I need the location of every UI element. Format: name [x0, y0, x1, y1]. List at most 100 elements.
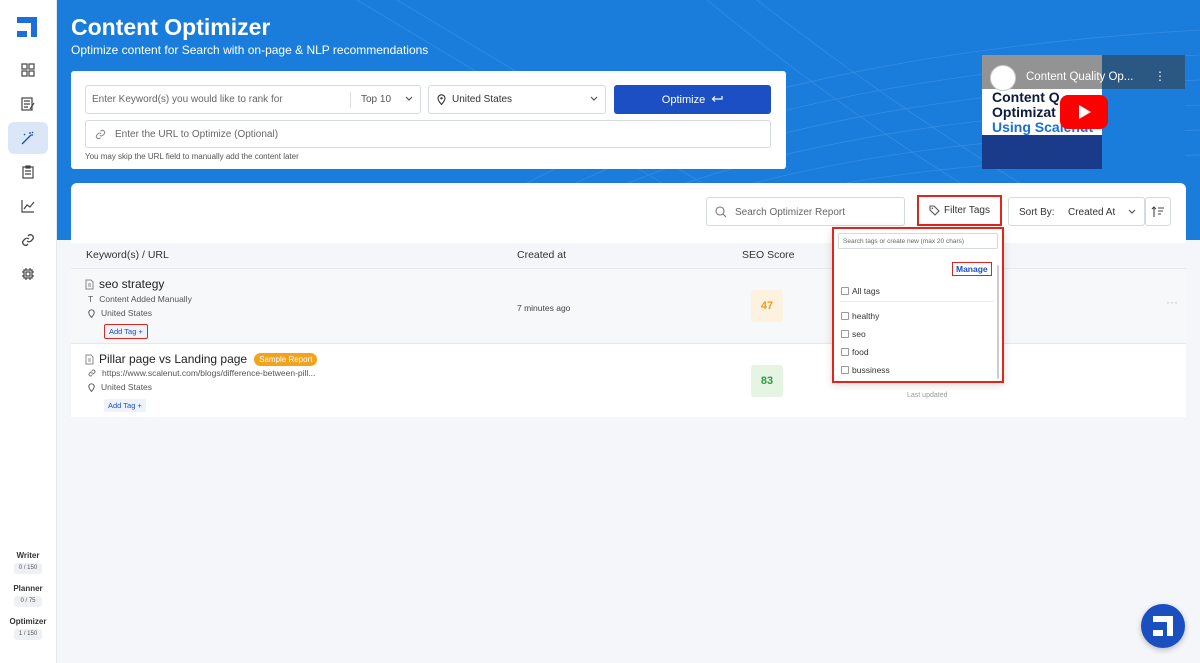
play-button-icon[interactable] — [1060, 95, 1108, 129]
top-n-select[interactable]: Top 10 — [361, 94, 391, 105]
credit-count: 0 / 75 — [14, 596, 42, 607]
planner-credits: Planner 0 / 75 — [6, 584, 50, 607]
keyword-input[interactable]: Enter Keyword(s) you would like to rank … — [85, 85, 421, 114]
search-icon — [715, 206, 727, 218]
filter-tags-label: Filter Tags — [944, 205, 990, 216]
link-nav-icon[interactable] — [8, 224, 48, 256]
analytics-nav-icon[interactable] — [8, 190, 48, 222]
add-tag-button[interactable]: Add Tag + — [104, 324, 148, 339]
tag-option[interactable]: bussiness — [841, 365, 890, 375]
option-label: All tags — [852, 286, 880, 296]
video-title: Content Quality Op... — [1026, 71, 1134, 83]
sort-label: Sort By: — [1019, 207, 1055, 218]
optimize-button[interactable]: Optimize — [614, 85, 771, 114]
location-pin-icon — [88, 308, 95, 318]
planner-nav-icon[interactable] — [8, 156, 48, 188]
header-seo-score: SEO Score — [742, 249, 795, 261]
tag-option[interactable]: seo — [841, 329, 866, 339]
tag-search-input[interactable]: Search tags or create new (max 20 chars) — [838, 233, 998, 249]
report-keyword[interactable]: Pillar page vs Landing page Sample Repor… — [85, 352, 318, 366]
more-options-icon[interactable]: ··· — [1166, 295, 1178, 309]
checkbox[interactable] — [841, 330, 849, 338]
page-title: Content Optimizer — [71, 14, 271, 40]
checkbox[interactable] — [841, 312, 849, 320]
credit-label: Writer — [16, 551, 40, 560]
table-row[interactable]: seo strategy T Content Added Manually Un… — [71, 268, 1186, 342]
integrations-nav-icon[interactable] — [8, 258, 48, 290]
dropdown-scrollbar[interactable] — [997, 265, 999, 379]
tag-option[interactable]: healthy — [841, 311, 879, 321]
country-value: United States — [452, 94, 513, 105]
link-icon — [88, 369, 96, 377]
chevron-down-icon[interactable] — [1127, 207, 1137, 217]
keyword-placeholder: Enter Keyword(s) you would like to rank … — [92, 94, 283, 105]
row-source: T Content Added Manually — [88, 294, 192, 304]
add-tag-button[interactable]: Add Tag + — [104, 399, 146, 412]
all-tags-option[interactable]: All tags — [841, 286, 880, 296]
reports-toolbar: Search Optimizer Report Filter Tags Sort… — [71, 183, 1186, 243]
country-select[interactable]: United States — [428, 85, 606, 114]
chevron-down-icon[interactable] — [404, 94, 414, 104]
dashboard-nav-icon[interactable] — [8, 54, 48, 86]
optimizer-nav-icon[interactable] — [8, 122, 48, 154]
header-keyword: Keyword(s) / URL — [86, 249, 169, 261]
page-subtitle: Optimize content for Search with on-page… — [71, 43, 429, 57]
country-text: United States — [101, 308, 153, 318]
sample-report-badge: Sample Report — [254, 352, 318, 366]
divider — [350, 92, 351, 108]
optimizer-credits: Optimizer 1 / 150 — [6, 617, 50, 640]
filter-tags-button[interactable]: Filter Tags — [917, 195, 1002, 226]
report-search-input[interactable]: Search Optimizer Report — [706, 197, 905, 226]
sort-direction-button[interactable] — [1145, 197, 1171, 226]
location-pin-icon — [88, 382, 95, 392]
help-chat-button[interactable] — [1141, 604, 1185, 648]
keyword-text: Pillar page vs Landing page — [99, 352, 248, 366]
enter-arrow-icon — [711, 96, 723, 102]
document-icon — [85, 354, 94, 364]
url-input[interactable]: Enter the URL to Optimize (Optional) — [85, 120, 771, 148]
row-country: United States — [88, 382, 152, 392]
chevron-down-icon[interactable] — [589, 94, 599, 104]
checkbox[interactable] — [841, 287, 849, 295]
checkbox[interactable] — [841, 366, 849, 374]
table-header: Keyword(s) / URL Created at SEO Score — [71, 243, 1186, 268]
tag-option[interactable]: food — [841, 347, 869, 357]
writer-credits: Writer 0 / 150 — [6, 551, 50, 574]
report-keyword[interactable]: seo strategy — [85, 277, 164, 291]
credit-label: Optimizer — [9, 617, 47, 626]
url-hint: You may skip the URL field to manually a… — [85, 152, 299, 161]
document-icon — [85, 279, 94, 289]
option-label: bussiness — [852, 365, 890, 375]
row-country: United States — [88, 308, 152, 318]
sort-order-icon — [1151, 205, 1164, 217]
divider — [840, 301, 994, 302]
sort-select[interactable]: Sort By: Created At — [1008, 197, 1145, 226]
option-label: seo — [852, 329, 866, 339]
channel-avatar — [990, 65, 1016, 91]
location-pin-icon — [437, 94, 446, 105]
country-text: United States — [101, 382, 153, 392]
scalenut-logo-icon[interactable] — [17, 17, 37, 37]
scalenut-logo-icon — [1153, 616, 1173, 636]
option-label: food — [852, 347, 869, 357]
credit-count: 0 / 150 — [14, 563, 42, 574]
manage-tags-link[interactable]: Manage — [952, 262, 992, 276]
credit-label: Planner — [13, 584, 43, 593]
source-url[interactable]: https://www.scalenut.com/blogs/differenc… — [102, 368, 315, 378]
table-row[interactable]: Pillar page vs Landing page Sample Repor… — [71, 343, 1186, 417]
seo-score-badge: 47 — [751, 290, 783, 322]
source-text: Content Added Manually — [99, 294, 192, 304]
created-at: 7 minutes ago — [517, 303, 571, 313]
tutorial-video[interactable]: Content Quality Op... ⋮ Content Q Optimi… — [982, 55, 1185, 169]
reports-panel: Search Optimizer Report Filter Tags Sort… — [71, 183, 1186, 663]
credit-count: 1 / 150 — [14, 629, 42, 640]
writer-nav-icon[interactable] — [8, 88, 48, 120]
more-options-icon[interactable]: ⋮ — [1154, 69, 1166, 83]
row-source: https://www.scalenut.com/blogs/differenc… — [88, 368, 315, 378]
tag-icon — [929, 205, 940, 216]
optimize-form: Enter Keyword(s) you would like to rank … — [71, 71, 786, 169]
last-updated-label: Last updated — [907, 392, 948, 399]
link-icon — [95, 129, 106, 140]
checkbox[interactable] — [841, 348, 849, 356]
tag-filter-dropdown: Search tags or create new (max 20 chars)… — [832, 227, 1004, 383]
